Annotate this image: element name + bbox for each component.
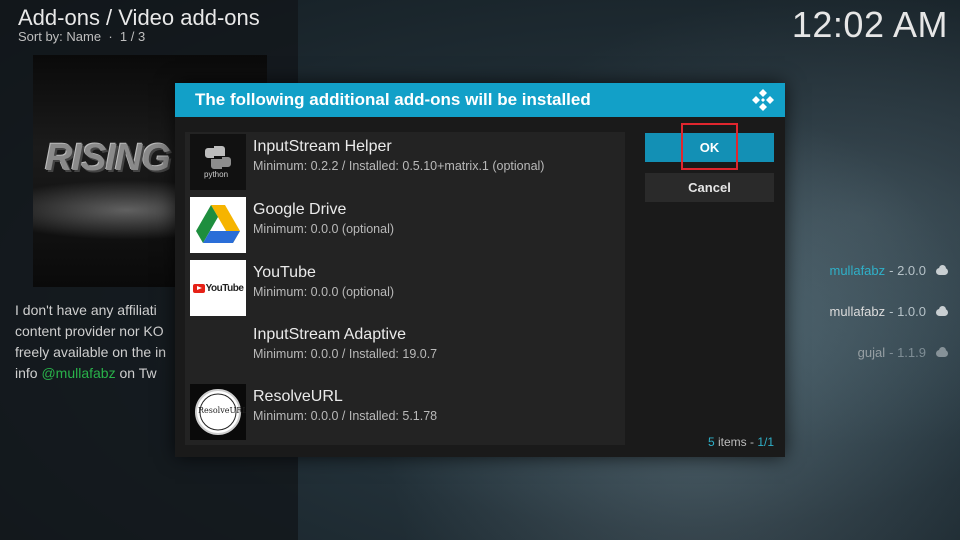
list-item-version: - 2.0.0 <box>889 263 926 278</box>
item-count: 5 items - 1/1 <box>708 435 774 449</box>
list-item-version: - 1.1.9 <box>889 345 926 360</box>
addon-list: mullafabz - 2.0.0 mullafabz - 1.0.0 guja… <box>800 250 950 373</box>
list-item-author: gujal <box>857 345 886 360</box>
item-name: YouTube <box>253 264 316 281</box>
dialog-title: The following additional add-ons will be… <box>195 90 591 109</box>
python-logo-svg <box>205 146 231 169</box>
list-item[interactable]: gujal - 1.1.9 <box>800 332 950 373</box>
list-item[interactable]: ResolveURL ResolveURL Minimum: 0.0.0 / I… <box>190 384 620 441</box>
page-indicator: 1 / 3 <box>119 29 146 44</box>
list-item-author: mullafabz <box>829 304 886 319</box>
item-count-page: 1/1 <box>757 435 774 449</box>
twitter-handle: @mullafabz <box>41 365 116 381</box>
cancel-button[interactable]: Cancel <box>645 173 774 202</box>
list-item[interactable]: mullafabz - 2.0.0 <box>800 250 950 291</box>
item-detail: Minimum: 0.0.0 / Installed: 19.0.7 <box>253 347 438 361</box>
item-name: Google Drive <box>253 201 347 218</box>
python-icon: python <box>190 134 246 190</box>
separator: · <box>108 29 113 44</box>
resolveurl-icon: ResolveURL <box>190 384 246 440</box>
dialog-header: The following additional add-ons will be… <box>175 83 785 117</box>
youtube-icon: YouTube <box>190 260 246 316</box>
item-count-label: items - <box>717 435 758 449</box>
item-detail: Minimum: 0.0.0 (optional) <box>253 222 395 236</box>
list-item[interactable]: python InputStream Helper Minimum: 0.2.2… <box>190 134 620 191</box>
sort-info: Sort by: Name · 1 / 3 <box>18 29 145 44</box>
dependencies-dialog: The following additional add-ons will be… <box>175 83 785 457</box>
youtube-wordmark: YouTube <box>205 282 244 294</box>
google-drive-logo-svg <box>196 205 240 243</box>
item-name: ResolveURL <box>253 388 343 405</box>
item-detail: Minimum: 0.0.0 / Installed: 5.1.78 <box>253 409 438 423</box>
item-name: InputStream Adaptive <box>253 326 406 343</box>
list-item[interactable]: InputStream Adaptive Minimum: 0.0.0 / In… <box>190 322 620 379</box>
cloud-download-icon <box>934 346 950 359</box>
ok-highlight-annotation <box>681 123 738 170</box>
resolveurl-wordmark: ResolveURL <box>198 406 246 415</box>
list-item-author: mullafabz <box>829 263 886 278</box>
youtube-play-icon <box>192 283 205 293</box>
sort-label[interactable]: Sort by: Name <box>18 29 101 44</box>
item-name: InputStream Helper <box>253 138 392 155</box>
description-text: on Tw <box>115 365 157 381</box>
google-drive-icon <box>190 197 246 253</box>
item-count-number: 5 <box>707 435 715 449</box>
cloud-download-icon <box>934 264 950 277</box>
python-label: python <box>204 170 229 179</box>
list-item[interactable]: YouTube YouTube Minimum: 0.0.0 (optional… <box>190 260 620 317</box>
page-title: Add-ons / Video add-ons <box>18 5 260 30</box>
list-item[interactable]: mullafabz - 1.0.0 <box>800 291 950 332</box>
inputstream-adaptive-icon <box>190 322 246 378</box>
cloud-download-icon <box>934 305 950 318</box>
kodi-logo-icon <box>752 89 774 111</box>
list-item[interactable]: Google Drive Minimum: 0.0.0 (optional) <box>190 197 620 254</box>
description-text: info <box>15 365 42 381</box>
item-detail: Minimum: 0.2.2 / Installed: 0.5.10+matri… <box>253 159 545 173</box>
dependency-list: python InputStream Helper Minimum: 0.2.2… <box>185 132 625 445</box>
item-detail: Minimum: 0.0.0 (optional) <box>253 285 395 299</box>
clock: 12:02 AM <box>791 4 948 45</box>
list-item-version: - 1.0.0 <box>889 304 926 319</box>
